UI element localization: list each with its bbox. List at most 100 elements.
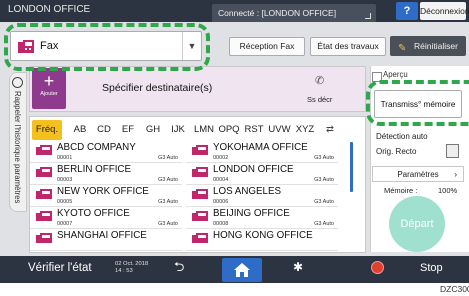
stop-icon[interactable] (371, 261, 384, 274)
entry-name: LOS ANGELES (213, 186, 282, 197)
logout-button[interactable]: Déconnexion (420, 2, 469, 20)
sort-icon[interactable]: ⇄ (318, 120, 342, 140)
job-status-button[interactable]: État des travaux (310, 37, 386, 56)
entry-number: 00003 (57, 177, 73, 183)
highlight-memory-transmission (366, 80, 469, 126)
entry-name: LONDON OFFICE (213, 164, 294, 175)
entry-mode: G3 Auto (314, 155, 334, 161)
home-icon (234, 263, 250, 277)
entry-mode: G3 Auto (158, 221, 178, 227)
tab-opq[interactable]: OPQ (217, 120, 241, 140)
tab-gh[interactable]: GH (141, 120, 165, 140)
entry-mode: G3 Auto (314, 177, 334, 183)
tab-ijk[interactable]: IJK (166, 120, 190, 140)
figure-code: DZC300 (440, 284, 469, 294)
back-icon[interactable]: ⮌ (174, 258, 184, 280)
history-label: Rappeler l'historique paramètres (13, 91, 22, 204)
auto-detect-label[interactable]: Détection auto (376, 132, 428, 141)
entry-mode: G3 Auto (314, 221, 334, 227)
list-item[interactable]: SHANGHAI OFFICE (30, 230, 182, 251)
gear-icon[interactable]: ✱ (293, 260, 303, 274)
entry-number: 00004 (213, 177, 229, 183)
tab-rst[interactable]: RST (242, 120, 266, 140)
entry-mode: G3 Auto (158, 177, 178, 183)
fax-icon (36, 189, 52, 199)
entry-mode: G3 Auto (158, 199, 178, 205)
memory-label: Mémoire : (384, 186, 418, 195)
list-item[interactable]: NEW YORK OFFICE 00005 G3 Auto (30, 186, 182, 207)
settings-button[interactable]: Paramètres › (372, 166, 464, 182)
entry-mode: G3 Auto (314, 199, 334, 205)
clock-icon (12, 77, 23, 88)
fax-icon (36, 211, 52, 221)
fax-reception-button[interactable]: Réception Fax (229, 37, 305, 56)
entry-number: 00008 (213, 221, 229, 227)
add-label: Ajouter (40, 91, 58, 97)
entry-name: KYOTO OFFICE (57, 208, 130, 219)
entry-list: ABCD COMPANY 00001 G3 Auto YOKOHAMA OFFICE 0… (30, 142, 344, 252)
memory-value: 100% (438, 186, 458, 195)
tab-uvw[interactable]: UVW (267, 120, 292, 140)
entry-number: 00005 (57, 199, 73, 205)
fax-icon (192, 189, 208, 199)
plus-icon: + (43, 71, 55, 91)
list-item[interactable]: BERLIN OFFICE 00003 G3 Auto (30, 164, 182, 185)
entry-name: BEIJING OFFICE (213, 208, 290, 219)
fax-icon (36, 145, 52, 155)
fax-icon (192, 233, 208, 243)
entry-mode: G3 Auto (158, 155, 178, 161)
list-item[interactable]: BEIJING OFFICE 00008 G3 Auto (186, 208, 338, 229)
entry-number: 00007 (57, 221, 73, 227)
chevron-right-icon: › (454, 170, 457, 179)
office-name: LONDON OFFICE (8, 4, 91, 15)
connection-status: Connecté : [LONDON OFFICE] (212, 4, 376, 22)
check-status-button[interactable]: Vérifier l'état (28, 262, 92, 274)
history-side-tab[interactable]: Rappeler l'historique paramètres (9, 72, 27, 212)
tab-ab[interactable]: AB (68, 120, 92, 140)
fax-icon (192, 167, 208, 177)
entry-name: SHANGHAI OFFICE (57, 230, 147, 241)
fax-icon (192, 145, 208, 155)
list-item[interactable]: ABCD COMPANY 00001 G3 Auto (30, 142, 182, 163)
entry-name: BERLIN OFFICE (57, 164, 132, 175)
address-tabs: Fréq. AB CD EF GH IJK LMN OPQ RST UVW XY… (30, 120, 364, 140)
scroll-indicator[interactable] (350, 142, 353, 192)
reset-button[interactable]: ✎ Réinitialiser (390, 36, 466, 56)
add-destination-button[interactable]: + Ajouter (32, 68, 66, 109)
datetime: 02 Oct. 2018 14 : 53 (115, 261, 148, 275)
start-button[interactable]: Départ (389, 196, 445, 252)
screen: LONDON OFFICE Connecté : [LONDON OFFICE]… (0, 0, 469, 283)
entry-name: NEW YORK OFFICE (57, 186, 149, 197)
tab-ef[interactable]: EF (116, 120, 140, 140)
entry-number: 00006 (213, 199, 229, 205)
list-item[interactable]: YOKOHAMA OFFICE 00002 G3 Auto (186, 142, 338, 163)
destination-title: Spécifier destinataire(s) (102, 82, 213, 94)
tab-frequent[interactable]: Fréq. (32, 120, 62, 140)
entry-name: HONG KONG OFFICE (213, 230, 313, 241)
manual-entry-label[interactable]: Ss décr (307, 95, 332, 104)
expand-icon (365, 13, 371, 19)
tab-xyz[interactable]: XYZ (293, 120, 317, 140)
time: 14 : 53 (115, 268, 133, 274)
top-bar: LONDON OFFICE Connecté : [LONDON OFFICE]… (0, 0, 469, 22)
phone-icon[interactable]: ✆ (315, 74, 324, 87)
connection-label: Connecté : [LONDON OFFICE] (218, 8, 337, 18)
list-item[interactable]: LONDON OFFICE 00004 G3 Auto (186, 164, 338, 185)
tab-lmn[interactable]: LMN (192, 120, 216, 140)
date: 02 Oct. 2018 (115, 261, 149, 267)
page-icon (446, 144, 459, 158)
list-item[interactable]: HONG KONG OFFICE (186, 230, 338, 251)
preview-label: Aperçu (383, 70, 408, 79)
entry-number: 00002 (213, 155, 229, 161)
stop-button[interactable]: Stop (420, 262, 443, 274)
entry-number: 00001 (57, 155, 73, 161)
highlight-mode (4, 23, 210, 71)
fax-icon (36, 167, 52, 177)
help-button[interactable]: ? (396, 2, 418, 20)
tab-cd[interactable]: CD (92, 120, 116, 140)
original-type-label[interactable]: Orig. Recto (376, 147, 416, 156)
list-item[interactable]: KYOTO OFFICE 00007 G3 Auto (30, 208, 182, 229)
settings-label: Paramètres (397, 170, 439, 179)
list-item[interactable]: LOS ANGELES 00006 G3 Auto (186, 186, 338, 207)
fax-icon (36, 233, 52, 243)
